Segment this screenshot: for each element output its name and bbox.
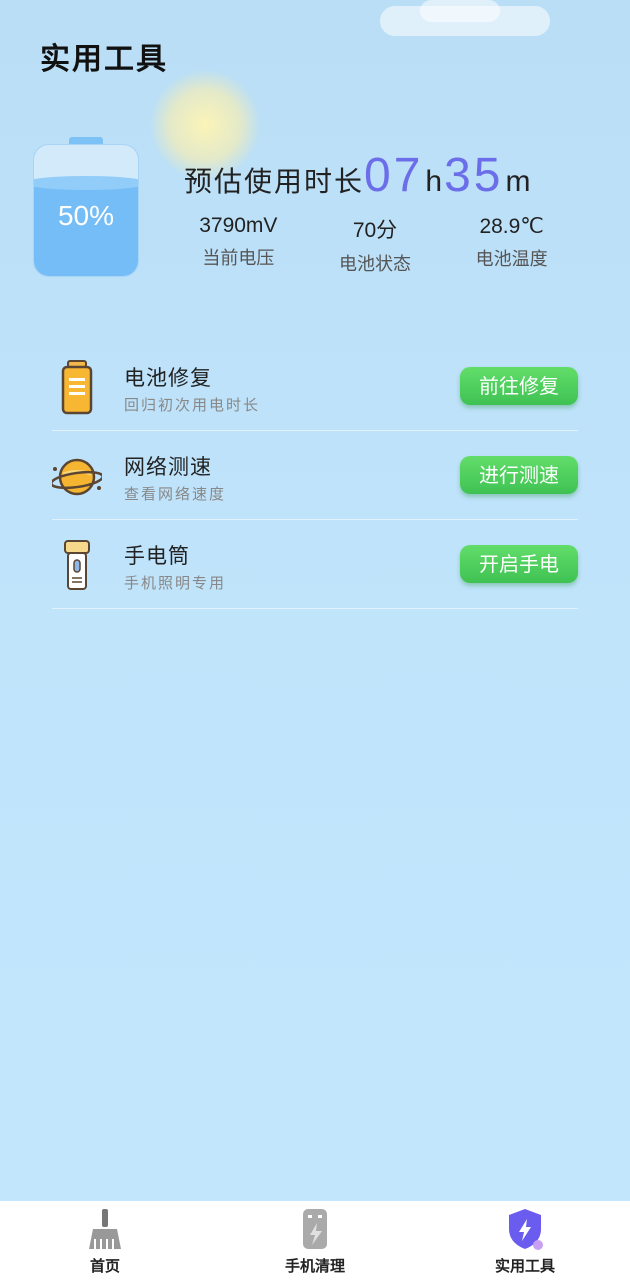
hours-unit: h	[425, 165, 443, 198]
stat-temperature: 28.9℃ 电池温度	[443, 214, 580, 276]
estimate-label: 预估使用时长	[184, 165, 365, 198]
minutes-unit: m	[505, 165, 531, 198]
battery-stats: 3790mV 当前电压 70分 电池状态 28.9℃ 电池温度	[170, 214, 580, 276]
battery-body: 50%	[33, 144, 139, 277]
tab-label: 手机清理	[284, 1257, 345, 1275]
flashlight-icon	[52, 536, 102, 594]
tool-item-battery-repair[interactable]: 电池修复 回归初次用电时长 前往修复	[52, 342, 578, 431]
tool-desc: 回归初次用电时长	[124, 396, 261, 414]
stat-value: 28.9℃	[479, 215, 544, 238]
cloud-decoration	[420, 0, 500, 22]
shield-bolt-icon	[505, 1207, 545, 1251]
tool-desc: 手机照明专用	[124, 574, 227, 592]
tool-item-speed-test[interactable]: 网络测速 查看网络速度 进行测速	[49, 431, 578, 520]
stat-health: 70分 电池状态	[307, 214, 444, 276]
repair-button[interactable]: 前往修复	[460, 367, 578, 405]
flashlight-button[interactable]: 开启手电	[460, 545, 578, 583]
page-title: 实用工具	[40, 42, 168, 77]
stat-label: 当前电压	[202, 248, 275, 269]
estimate-minutes: 35	[444, 149, 504, 202]
tool-list: 电池修复 回归初次用电时长 前往修复 网络测速 查看网络速度 进行测速 手电筒 …	[49, 342, 578, 609]
planet-icon	[49, 447, 105, 505]
tool-name: 手电筒	[124, 544, 190, 568]
estimate-hours: 07	[364, 149, 424, 202]
speed-test-button[interactable]: 进行测速	[460, 456, 578, 494]
battery-repair-icon	[52, 358, 102, 416]
stat-value: 3790mV	[199, 214, 278, 237]
stat-label: 电池状态	[339, 254, 411, 275]
tab-label: 首页	[89, 1257, 120, 1275]
tab-phone-clean[interactable]: 手机清理	[210, 1201, 420, 1280]
tab-home[interactable]: 首页	[0, 1201, 210, 1280]
stat-voltage: 3790mV 当前电压	[170, 214, 307, 276]
stat-value: 70分	[352, 219, 398, 242]
usage-estimate: 预估使用时长07h35m	[184, 148, 532, 208]
tool-item-flashlight[interactable]: 手电筒 手机照明专用 开启手电	[52, 520, 578, 609]
broom-icon	[85, 1207, 125, 1251]
phone-clean-icon	[295, 1207, 335, 1251]
tool-name: 网络测速	[124, 455, 212, 479]
tab-label: 实用工具	[494, 1257, 555, 1275]
tool-name: 电池修复	[124, 366, 212, 390]
battery-level-indicator: 50%	[33, 137, 139, 277]
stat-label: 电池温度	[475, 249, 548, 270]
battery-percent: 50%	[57, 200, 115, 231]
tab-tools[interactable]: 实用工具	[420, 1201, 630, 1280]
bottom-tab-bar: 首页 手机清理 实用工具	[0, 1201, 630, 1280]
tool-desc: 查看网络速度	[124, 485, 227, 503]
